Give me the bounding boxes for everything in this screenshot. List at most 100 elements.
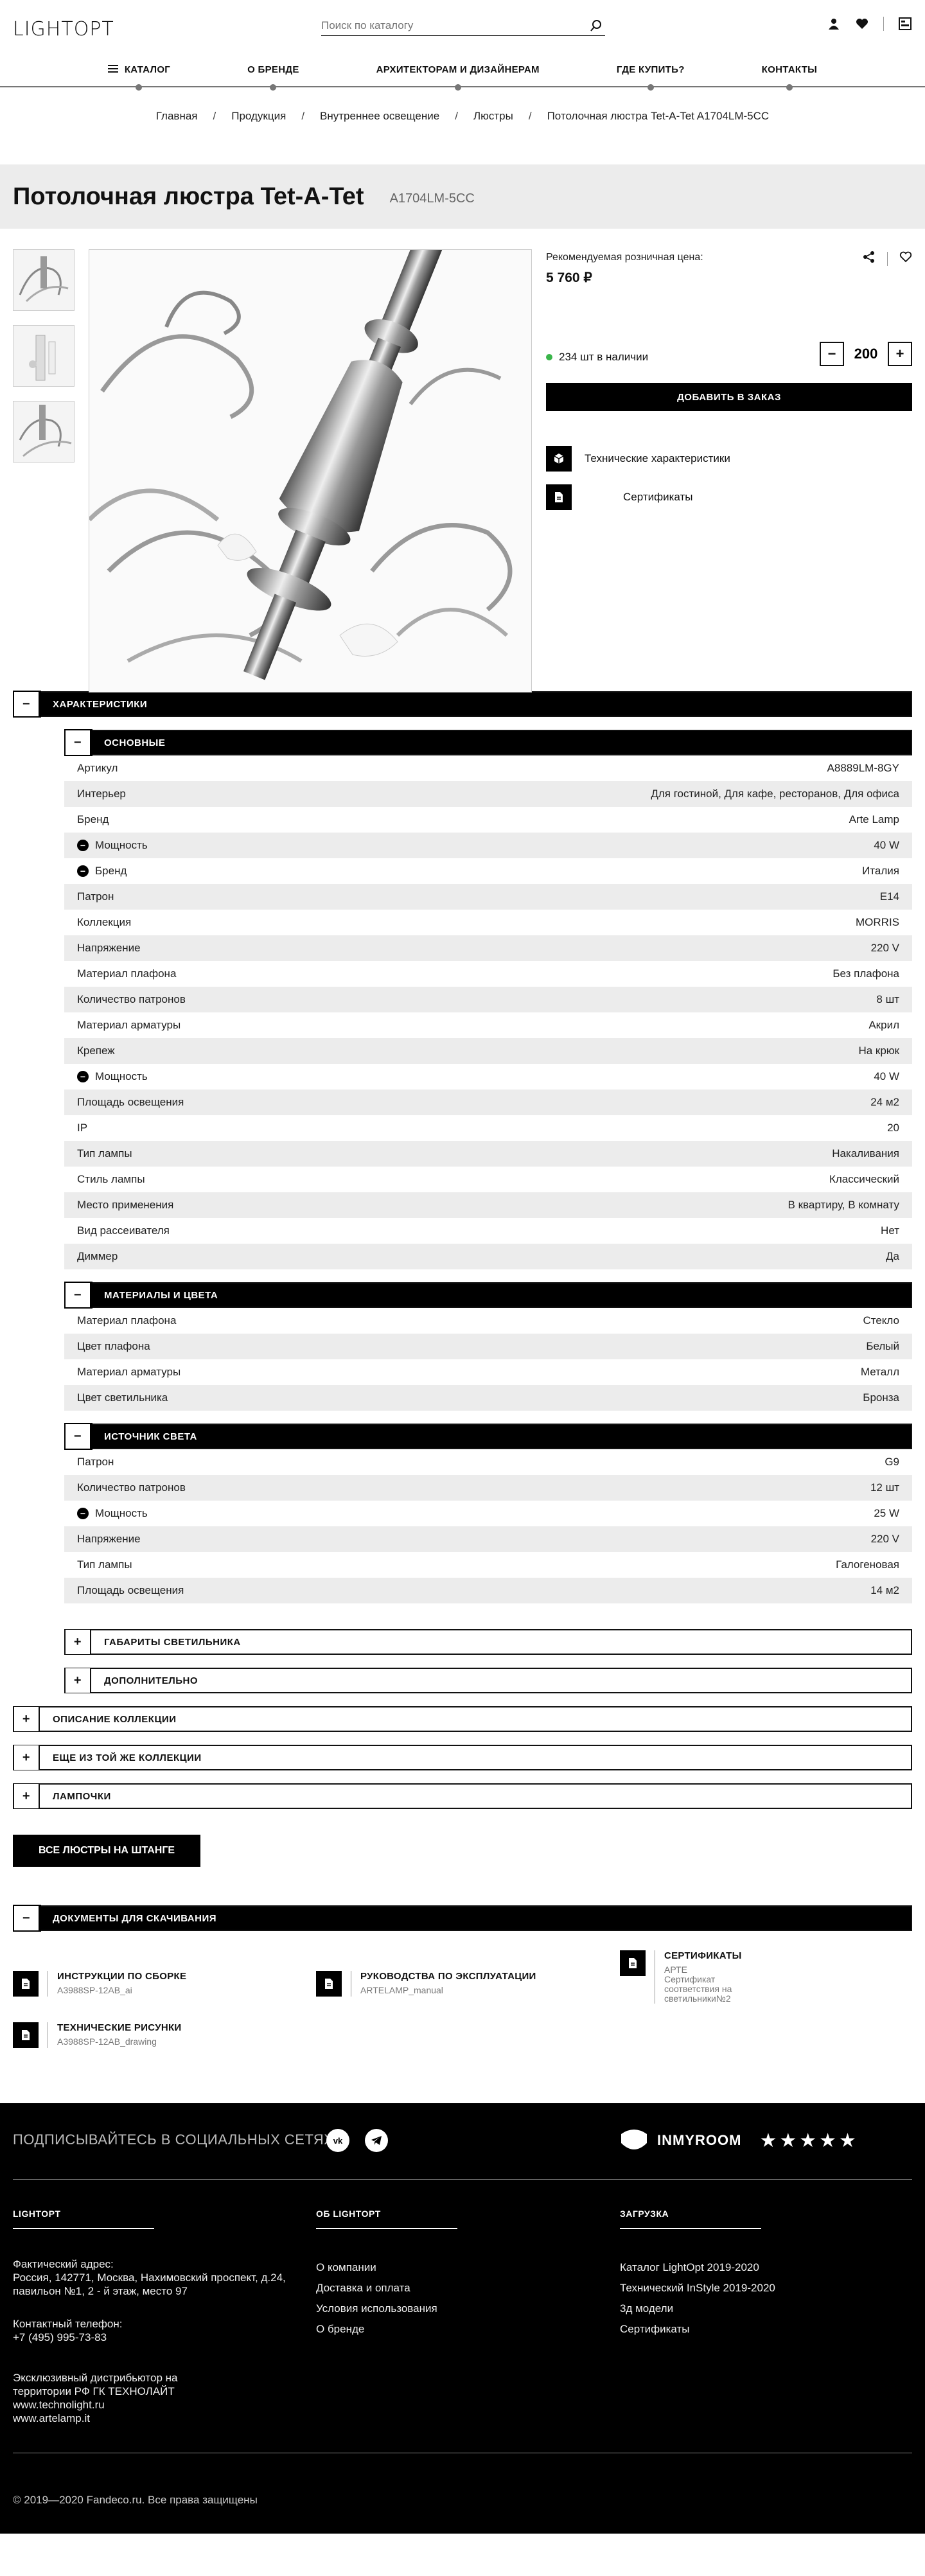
table-row: Патрон E14 — [64, 884, 912, 910]
collapse-toggle[interactable]: − — [64, 729, 92, 756]
expand-toggle[interactable]: + — [14, 1707, 40, 1731]
qty-increase-button[interactable]: + — [888, 342, 912, 366]
spec-key: Количество патронов — [77, 993, 186, 1006]
product-thumbnail[interactable] — [13, 249, 75, 311]
group-header[interactable]: − МАТЕРИАЛЫ И ЦВЕТА — [64, 1282, 912, 1309]
spec-label: Материал плафона — [77, 1314, 177, 1327]
document-item[interactable]: ИНСТРУКЦИИ ПО СБОРКЕ A3988SP-12AB_ai — [13, 1971, 186, 1997]
search-input[interactable] — [321, 17, 578, 35]
collapse-toggle[interactable]: − — [64, 1423, 92, 1450]
nav-item-where-to-buy[interactable]: ГДЕ КУПИТЬ? — [578, 52, 723, 87]
inmyroom-rating[interactable]: INMYROOM ★★★★★ — [620, 2128, 859, 2153]
footer-link[interactable]: Условия использования — [316, 2298, 457, 2319]
footer-col-company: LIGHTOPT Фактический адрес: Россия, 1427… — [13, 2209, 295, 2425]
document-file: ARTELAMP_manual — [360, 1985, 443, 1995]
breadcrumb-item[interactable]: Внутреннее освещение — [320, 110, 439, 123]
nav-item-brand[interactable]: О БРЕНДЕ — [209, 52, 338, 87]
nav-item-architects[interactable]: АРХИТЕКТОРАМ И ДИЗАЙНЕРАМ — [338, 52, 578, 87]
bulbs-section[interactable]: + ЛАМПОЧКИ — [13, 1783, 912, 1809]
group-header[interactable]: − ОСНОВНЫЕ — [64, 729, 912, 756]
characteristics-header[interactable]: − ХАРАКТЕРИСТИКИ — [13, 691, 912, 718]
document-item[interactable]: РУКОВОДСТВА ПО ЭКСПЛУАТАЦИИ ARTELAMP_man… — [316, 1971, 536, 1997]
expand-toggle[interactable]: + — [66, 1668, 91, 1693]
spec-key: Напряжение — [77, 1533, 141, 1546]
all-chandeliers-button[interactable]: ВСЕ ЛЮСТРЫ НА ШТАНГЕ — [13, 1835, 201, 1867]
minus-circle-icon[interactable]: − — [77, 840, 89, 851]
document-item[interactable]: ТЕХНИЧЕСКИЕ РИСУНКИ A3988SP-12AB_drawing — [13, 2022, 182, 2048]
address-label: Фактический адрес: — [13, 2258, 114, 2270]
same-collection-section[interactable]: + ЕЩЕ ИЗ ТОЙ ЖЕ КОЛЛЕКЦИИ — [13, 1745, 912, 1770]
spec-label: Материал плафона — [77, 967, 177, 980]
expand-toggle[interactable]: + — [66, 1630, 91, 1654]
share-actions — [863, 251, 912, 267]
footer-link[interactable]: Доставка и оплата — [316, 2278, 457, 2298]
user-icon[interactable] — [827, 17, 841, 31]
collection-description-section[interactable]: + ОПИСАНИЕ КОЛЛЕКЦИИ — [13, 1706, 912, 1732]
footer-link[interactable]: О бренде — [316, 2319, 457, 2340]
group-header[interactable]: − ИСТОЧНИК СВЕТА — [64, 1423, 912, 1450]
qty-decrease-button[interactable]: − — [820, 342, 844, 366]
table-row: Цвет плафона Белый — [64, 1334, 912, 1359]
footer-link[interactable]: Технический InStyle 2019-2020 — [620, 2278, 775, 2298]
phone[interactable]: +7 (495) 995-73-83 — [13, 2331, 295, 2344]
breadcrumb-item[interactable]: Люстры — [473, 110, 513, 123]
tech-specs-link[interactable]: Технические характеристики — [546, 446, 730, 472]
table-row: Стиль лампы Классический — [64, 1167, 912, 1192]
minus-circle-icon[interactable]: − — [77, 1071, 89, 1082]
product-thumbnail[interactable] — [13, 401, 75, 463]
expand-toggle[interactable]: + — [14, 1745, 40, 1770]
site-link[interactable]: www.artelamp.it — [13, 2412, 295, 2425]
expand-toggle[interactable]: + — [14, 1784, 40, 1808]
spec-key: Стиль лампы — [77, 1173, 145, 1186]
footer-link[interactable]: О компании — [316, 2257, 457, 2278]
spec-label: Тип лампы — [77, 1147, 132, 1160]
product-sku: A1704LM-5CC — [389, 191, 475, 206]
spec-value: Белый — [866, 1340, 899, 1352]
nav-item-contacts[interactable]: КОНТАКТЫ — [723, 52, 856, 87]
favorite-icon[interactable] — [899, 251, 912, 266]
breadcrumb-item[interactable]: Главная — [156, 110, 198, 123]
collapse-toggle[interactable]: − — [64, 1282, 92, 1309]
product-thumbnail[interactable] — [13, 325, 75, 387]
nav-item-catalog[interactable]: КАТАЛОГ — [69, 52, 209, 87]
nav-label: КАТАЛОГ — [124, 64, 171, 75]
section-title: ДОКУМЕНТЫ ДЛЯ СКАЧИВАНИЯ — [53, 1912, 217, 1924]
footer-link[interactable]: Сертификаты — [620, 2319, 775, 2340]
footer-col-about: ОБ LIGHTOPT О компании Доставка и оплата… — [316, 2209, 457, 2340]
spec-label: Бренд — [77, 813, 109, 825]
collapse-toggle[interactable]: − — [13, 1905, 41, 1932]
spec-key: Патрон — [77, 1456, 114, 1469]
spec-value: 14 м2 — [870, 1584, 899, 1596]
catalog-icon[interactable] — [898, 17, 912, 31]
documents-header[interactable]: − ДОКУМЕНТЫ ДЛЯ СКАЧИВАНИЯ — [13, 1905, 912, 1932]
group-title: ДОПОЛНИТЕЛЬНО — [104, 1675, 198, 1686]
site-link[interactable]: www.technolight.ru — [13, 2398, 295, 2412]
share-icon[interactable] — [863, 251, 876, 267]
minus-circle-icon[interactable]: − — [77, 865, 89, 877]
vk-icon[interactable]: vk — [326, 2129, 349, 2152]
footer-link[interactable]: Каталог LightOpt 2019-2020 — [620, 2257, 775, 2278]
group-additional[interactable]: + ДОПОЛНИТЕЛЬНО — [64, 1668, 912, 1693]
spec-value: Для гостиной, Для кафе, ресторанов, Для … — [651, 788, 899, 800]
group-dimensions[interactable]: + ГАБАРИТЫ СВЕТИЛЬНИКА — [64, 1629, 912, 1655]
table-row: Крепеж На крюк — [64, 1038, 912, 1064]
table-row: Материал плафона Стекло — [64, 1308, 912, 1334]
collapse-toggle[interactable]: − — [13, 691, 41, 718]
heart-icon[interactable] — [855, 17, 869, 31]
product-main-image[interactable] — [89, 249, 532, 693]
search-icon[interactable] — [590, 19, 603, 35]
add-to-order-button[interactable]: ДОБАВИТЬ В ЗАКАЗ — [546, 383, 912, 411]
qty-input[interactable] — [850, 346, 881, 362]
spec-label: Интерьер — [77, 788, 126, 800]
spec-label: Патрон — [77, 1456, 114, 1468]
document-icon — [316, 1971, 342, 1997]
certificates-link[interactable]: Сертификаты — [546, 484, 692, 510]
menu-icon — [107, 64, 118, 75]
footer-link[interactable]: 3д модели — [620, 2298, 775, 2319]
document-title: РУКОВОДСТВА ПО ЭКСПЛУАТАЦИИ — [360, 1971, 536, 1982]
document-item[interactable]: СЕРТИФИКАТЫ АРТЕ Сертификат соответствия… — [620, 1950, 741, 2004]
logo[interactable]: LIGHTOPT — [13, 18, 114, 40]
telegram-icon[interactable] — [365, 2129, 388, 2152]
breadcrumb-item[interactable]: Продукция — [231, 110, 286, 123]
minus-circle-icon[interactable]: − — [77, 1508, 89, 1519]
